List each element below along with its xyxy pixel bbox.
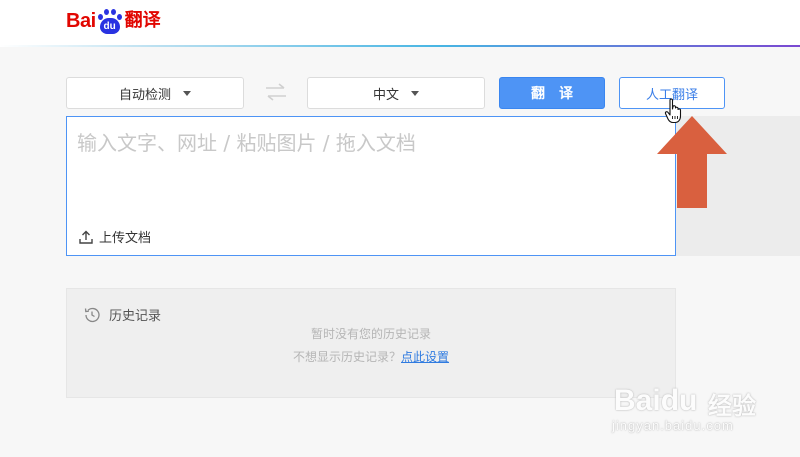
history-panel: 历史记录 暂时没有您的历史记录 不想显示历史记录？点此设置	[66, 288, 676, 398]
upload-document-label: 上传文档	[99, 231, 152, 246]
history-empty-text: 暂时没有您的历史记录	[310, 327, 431, 341]
caret-down-icon	[183, 90, 191, 96]
up-arrow-annotation	[657, 116, 727, 208]
target-language-select[interactable]: 中文	[307, 77, 485, 109]
target-language-label: 中文	[372, 87, 399, 103]
watermark-url: jingyan.baidu.com	[612, 418, 734, 433]
swap-arrows-icon[interactable]	[264, 80, 288, 104]
history-title: 历史记录	[109, 309, 162, 324]
translate-button[interactable]: 翻译	[499, 77, 605, 109]
source-language-select[interactable]: 自动检测	[66, 77, 244, 109]
watermark-suffix: 经验	[708, 393, 756, 420]
upload-document-button[interactable]: 上传文档	[79, 227, 151, 246]
history-hint: 不想显示历史记录？点此设置	[67, 348, 675, 365]
caret-down-icon	[411, 90, 419, 96]
header-divider	[0, 45, 800, 47]
history-clock-icon	[84, 307, 100, 322]
logo-bai-text: Bai	[66, 10, 96, 32]
history-settings-link[interactable]: 点此设置	[401, 350, 449, 364]
top-bar: Bai du 翻译	[0, 0, 800, 46]
logo-du-text: du	[99, 18, 120, 34]
baidu-paw-icon: du	[97, 8, 123, 34]
upload-icon	[79, 230, 93, 244]
source-text-input[interactable]	[77, 127, 662, 217]
watermark-brand: Baidu	[614, 384, 698, 417]
history-header: 历史记录	[83, 305, 161, 324]
source-text-area: 上传文档	[66, 116, 676, 256]
history-hint-text: 不想显示历史记录？	[292, 350, 401, 364]
source-language-label: 自动检测	[118, 87, 171, 103]
hand-pointer-icon	[664, 98, 682, 124]
baidu-jingyan-watermark: Baidu 经验 jingyan.baidu.com	[612, 370, 792, 440]
logo-translate-text: 翻译	[124, 10, 161, 31]
baidu-translate-logo[interactable]: Bai du 翻译	[66, 2, 161, 34]
